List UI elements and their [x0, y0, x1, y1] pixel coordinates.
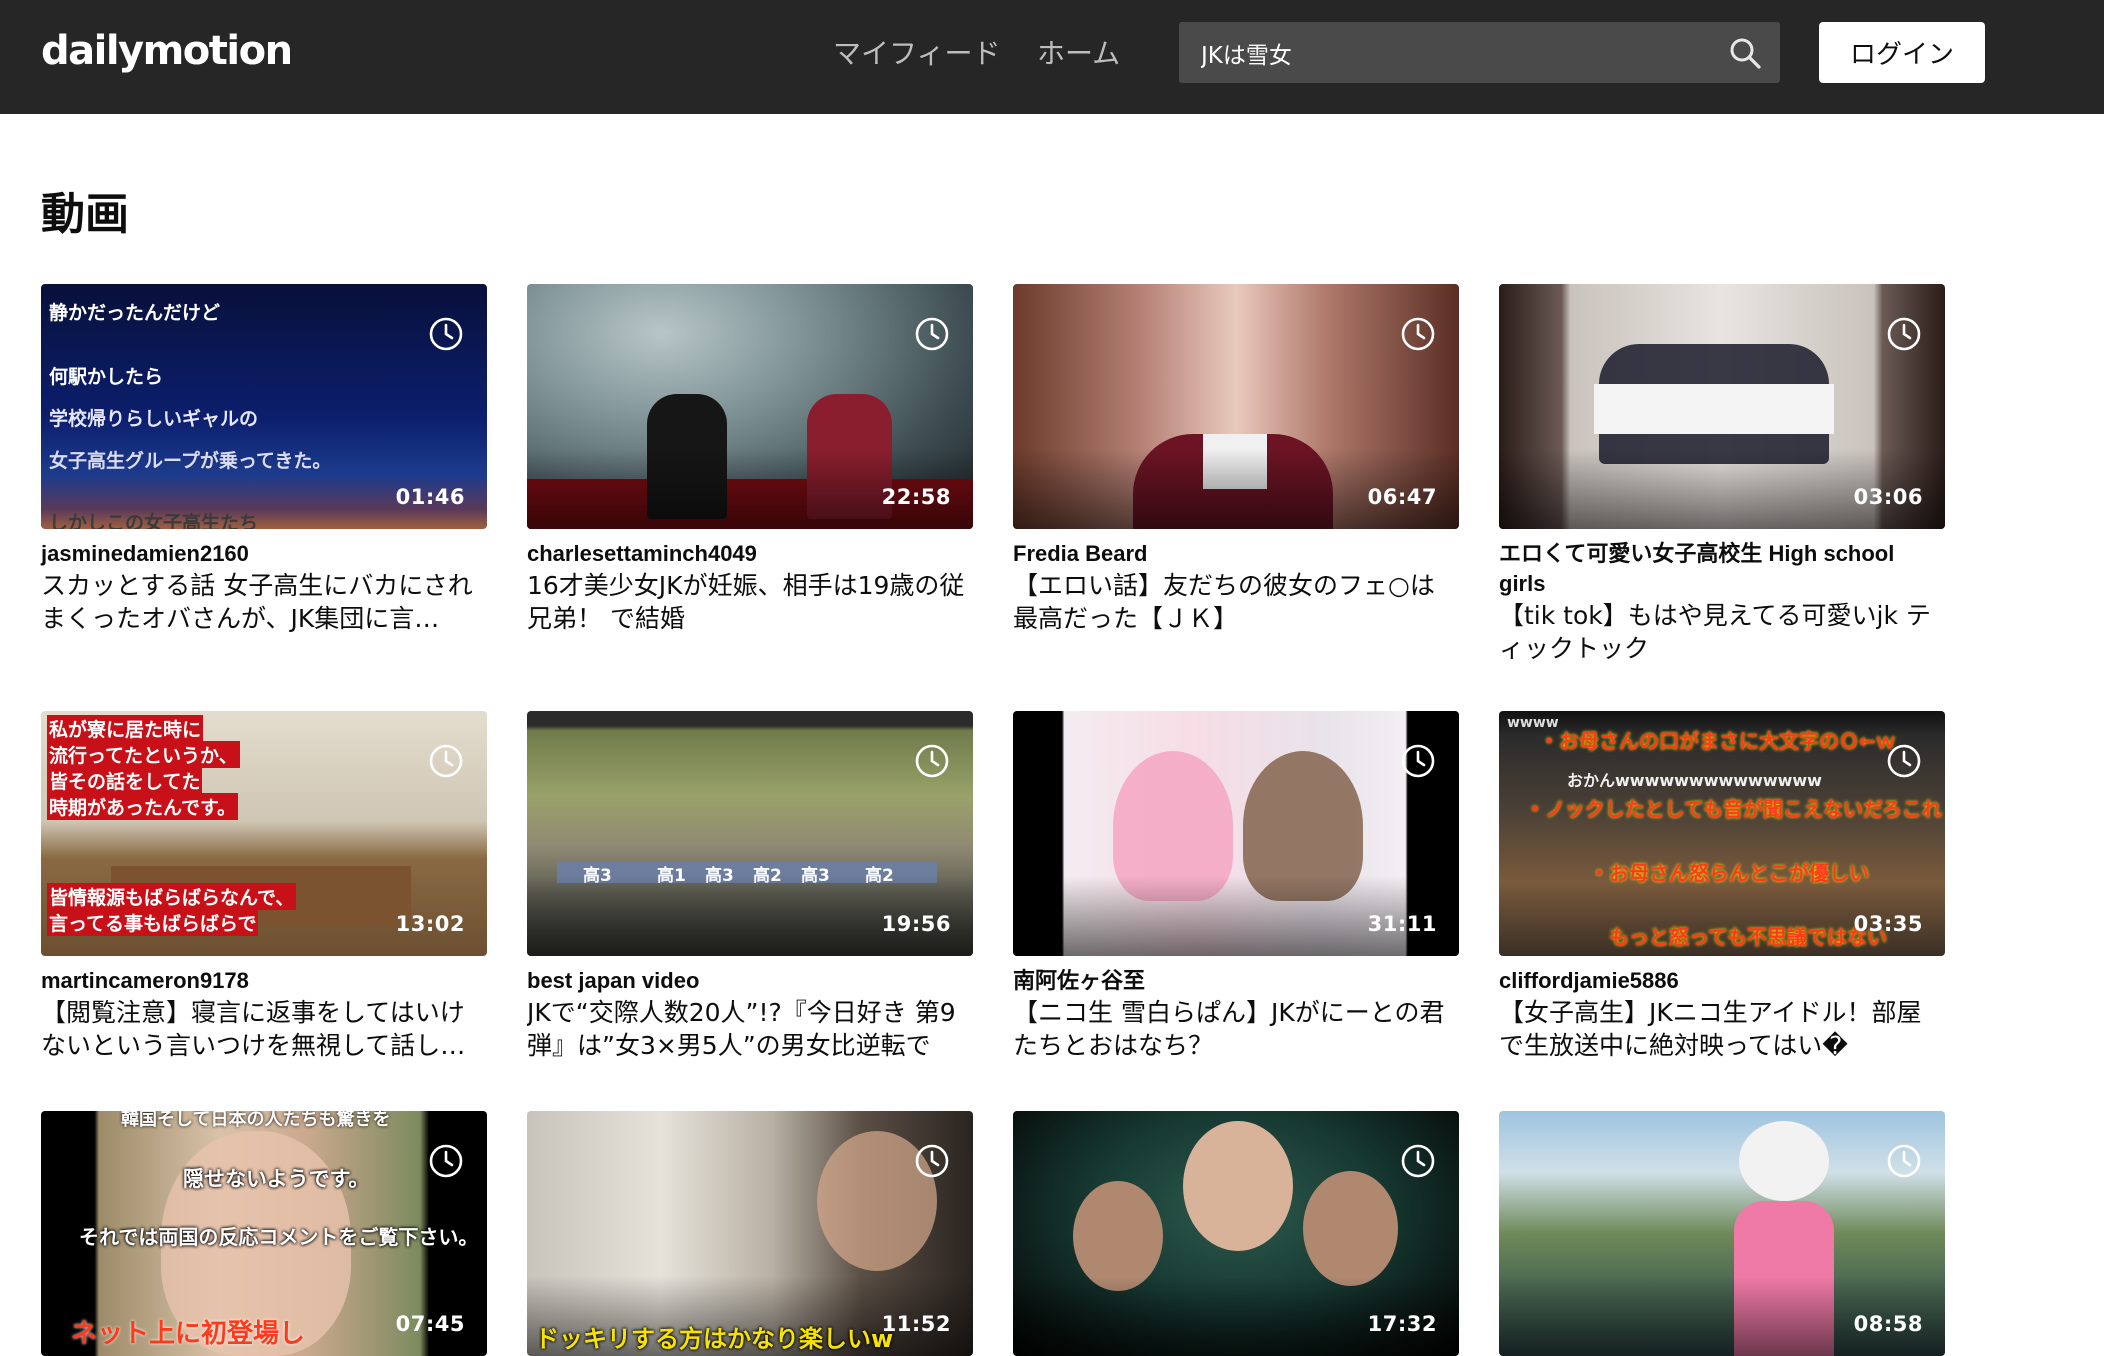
- channel-name[interactable]: martincameron9178: [41, 966, 487, 996]
- video-thumbnail[interactable]: 静かだったんだけど 何駅かしたら 学校帰りらしいギャルの 女子高生グループが乗っ…: [41, 284, 487, 529]
- video-thumbnail[interactable]: ドッキリする方はかなり楽しいw 11:52: [527, 1111, 973, 1356]
- thumbnail-caption: ネット上に初登場し: [71, 1319, 306, 1349]
- video-title[interactable]: 16才美少女JKが妊娠、相手は19歳の従兄弟！ で結婚: [527, 569, 973, 635]
- watch-later-clock-icon[interactable]: [914, 743, 950, 779]
- video-thumbnail[interactable]: wwww ・お母さんの口がまさに大文字のＯ←ｗ おかんwwwwwwwwwwwww…: [1499, 711, 1945, 956]
- video-title[interactable]: 【女子高生】JKニコ生アイドル！部屋で生放送中に絶対映ってはい�: [1499, 996, 1945, 1062]
- channel-name[interactable]: cliffordjamie5886: [1499, 966, 1945, 996]
- video-title[interactable]: JKで“交際人数20人”!?『今日好き 第9弾』は”女3×男5人”の男女比逆転で…: [527, 996, 973, 1062]
- video-card[interactable]: 08:58: [1499, 1111, 1945, 1356]
- thumbnail-caption: 皆情報源もばらばらなんで、: [47, 883, 297, 910]
- video-card[interactable]: 韓国そして日本の人たちも驚きを 隠せないようです。 それでは両国の反応コメントを…: [41, 1111, 487, 1356]
- video-thumbnail[interactable]: 17:32: [1013, 1111, 1459, 1356]
- watch-later-clock-icon[interactable]: [428, 316, 464, 352]
- thumbnail-caption: 時期があったんです。: [47, 793, 239, 820]
- thumbnail-caption: 言ってる事もばらばらで: [47, 909, 259, 936]
- nav-home[interactable]: ホーム: [1037, 32, 1120, 72]
- video-title[interactable]: 【閲覧注意】寝言に返事をしてはいけないという言いつけを無視して話し…: [41, 996, 487, 1062]
- video-title[interactable]: スカッとする話 女子高生にバカにされまくったオバさんが、JK集団に言…: [41, 569, 487, 635]
- thumbnail-caption: 流行ってたというか、: [47, 741, 240, 768]
- nav-my-feed[interactable]: マイフィード: [833, 32, 1000, 72]
- thumbnail-caption: ・ノックしたとしても音が聞こえないだろこれ: [1525, 797, 1942, 821]
- thumbnail-caption: 皆その話をしてた: [47, 767, 203, 794]
- thumbnail-caption: 静かだったんだけど: [49, 302, 221, 324]
- video-duration: 08:58: [1853, 1312, 1923, 1336]
- video-card[interactable]: 私が寮に居た時に 流行ってたというか、 皆その話をしてた 時期があったんです。 …: [41, 711, 487, 1062]
- video-thumbnail[interactable]: 08:58: [1499, 1111, 1945, 1356]
- video-duration: 17:32: [1367, 1312, 1437, 1336]
- thumbnail-caption: 女子高生グループが乗ってきた。: [49, 450, 332, 472]
- thumbnail-caption: ドッキリする方はかなり楽しいw: [535, 1325, 894, 1353]
- thumbnail-caption: おかんwwwwwwwwwwwwww: [1567, 771, 1822, 790]
- thumbnail-caption: 何駅かしたら: [49, 366, 164, 388]
- video-duration: 01:46: [395, 485, 465, 509]
- video-duration: 06:47: [1367, 485, 1437, 509]
- video-thumbnail[interactable]: 31:11: [1013, 711, 1459, 956]
- thumbnail-caption: ・お母さん怒らんとこが優しい: [1589, 861, 1869, 885]
- thumbnail-caption: しかしこの女子高生たち: [49, 512, 259, 529]
- top-bar: dailymotion マイフィード ホーム ログイン: [0, 0, 2104, 114]
- video-card[interactable]: 03:06 エロくて可愛い女子高校生 High school girls 【ti…: [1499, 284, 1945, 665]
- video-duration: 03:06: [1853, 485, 1923, 509]
- watch-later-clock-icon[interactable]: [1886, 743, 1922, 779]
- video-card[interactable]: 31:11 南阿佐ヶ谷至 【ニコ生 雪白らぱん】JKがにーとの君たちとおはなち？: [1013, 711, 1459, 1062]
- thumbnail-caption: 私が寮に居た時に: [47, 715, 204, 742]
- video-card[interactable]: 17:32: [1013, 1111, 1459, 1356]
- channel-name[interactable]: jasminedamien2160: [41, 539, 487, 569]
- video-title[interactable]: 【tik tok】もはや見えてる可愛いjk ティックトック: [1499, 599, 1945, 665]
- thumbnail-caption: 隠せないようです。: [183, 1167, 370, 1191]
- video-duration: 19:56: [881, 912, 951, 936]
- video-title[interactable]: 【ニコ生 雪白らぱん】JKがにーとの君たちとおはなち？: [1013, 996, 1459, 1062]
- thumbnail-caption: ・お母さんの口がまさに大文字のＯ←ｗ: [1539, 729, 1896, 753]
- video-card[interactable]: 22:58 charlesettaminch4049 16才美少女JKが妊娠、相…: [527, 284, 973, 635]
- dailymotion-logo[interactable]: dailymotion: [41, 28, 293, 74]
- video-thumbnail[interactable]: 韓国そして日本の人たちも驚きを 隠せないようです。 それでは両国の反応コメントを…: [41, 1111, 487, 1356]
- search-icon[interactable]: [1728, 36, 1762, 70]
- channel-name[interactable]: エロくて可愛い女子高校生 High school girls: [1499, 539, 1945, 599]
- watch-later-clock-icon[interactable]: [428, 743, 464, 779]
- video-thumbnail[interactable]: 私が寮に居た時に 流行ってたというか、 皆その話をしてた 時期があったんです。 …: [41, 711, 487, 956]
- channel-name[interactable]: charlesettaminch4049: [527, 539, 973, 569]
- video-thumbnail[interactable]: 高3 高1 高3 高2 高3 高2 19:56: [527, 711, 973, 956]
- video-card[interactable]: 06:47 Fredia Beard 【エロい話】友だちの彼女のフェ○は最高だっ…: [1013, 284, 1459, 635]
- login-button[interactable]: ログイン: [1819, 22, 1985, 83]
- thumbnail-caption: 学校帰りらしいギャルの: [49, 408, 259, 430]
- video-duration: 13:02: [395, 912, 465, 936]
- channel-name[interactable]: Fredia Beard: [1013, 539, 1459, 569]
- video-duration: 07:45: [395, 1312, 465, 1336]
- video-thumbnail[interactable]: 03:06: [1499, 284, 1945, 529]
- video-duration: 11:52: [881, 1312, 951, 1336]
- video-thumbnail[interactable]: 06:47: [1013, 284, 1459, 529]
- watch-later-clock-icon[interactable]: [1400, 1143, 1436, 1179]
- thumbnail-caption: もっと怒っても不思議ではない: [1609, 925, 1887, 949]
- channel-name[interactable]: 南阿佐ヶ谷至: [1013, 966, 1459, 996]
- watch-later-clock-icon[interactable]: [1886, 1143, 1922, 1179]
- watch-later-clock-icon[interactable]: [1886, 316, 1922, 352]
- watch-later-clock-icon[interactable]: [914, 1143, 950, 1179]
- watch-later-clock-icon[interactable]: [1400, 743, 1436, 779]
- video-card[interactable]: wwww ・お母さんの口がまさに大文字のＯ←ｗ おかんwwwwwwwwwwwww…: [1499, 711, 1945, 1062]
- watch-later-clock-icon[interactable]: [914, 316, 950, 352]
- search-box: [1179, 22, 1780, 83]
- thumbnail-caption: それでは両国の反応コメントをご覧下さい。: [79, 1225, 479, 1249]
- channel-name[interactable]: best japan video: [527, 966, 973, 996]
- video-title[interactable]: 【エロい話】友だちの彼女のフェ○は最高だった【ＪＫ】: [1013, 569, 1459, 635]
- search-input[interactable]: [1179, 22, 1709, 83]
- thumbnail-caption: 韓国そして日本の人たちも驚きを: [121, 1111, 391, 1130]
- video-card[interactable]: 静かだったんだけど 何駅かしたら 学校帰りらしいギャルの 女子高生グループが乗っ…: [41, 284, 487, 635]
- video-card[interactable]: ドッキリする方はかなり楽しいw 11:52: [527, 1111, 973, 1356]
- watch-later-clock-icon[interactable]: [1400, 316, 1436, 352]
- section-title: 動画: [41, 189, 129, 240]
- video-duration: 03:35: [1853, 912, 1923, 936]
- watch-later-clock-icon[interactable]: [428, 1143, 464, 1179]
- video-card[interactable]: 高3 高1 高3 高2 高3 高2 19:56 best japan video…: [527, 711, 973, 1062]
- video-duration: 22:58: [881, 485, 951, 509]
- video-thumbnail[interactable]: 22:58: [527, 284, 973, 529]
- video-duration: 31:11: [1367, 912, 1437, 936]
